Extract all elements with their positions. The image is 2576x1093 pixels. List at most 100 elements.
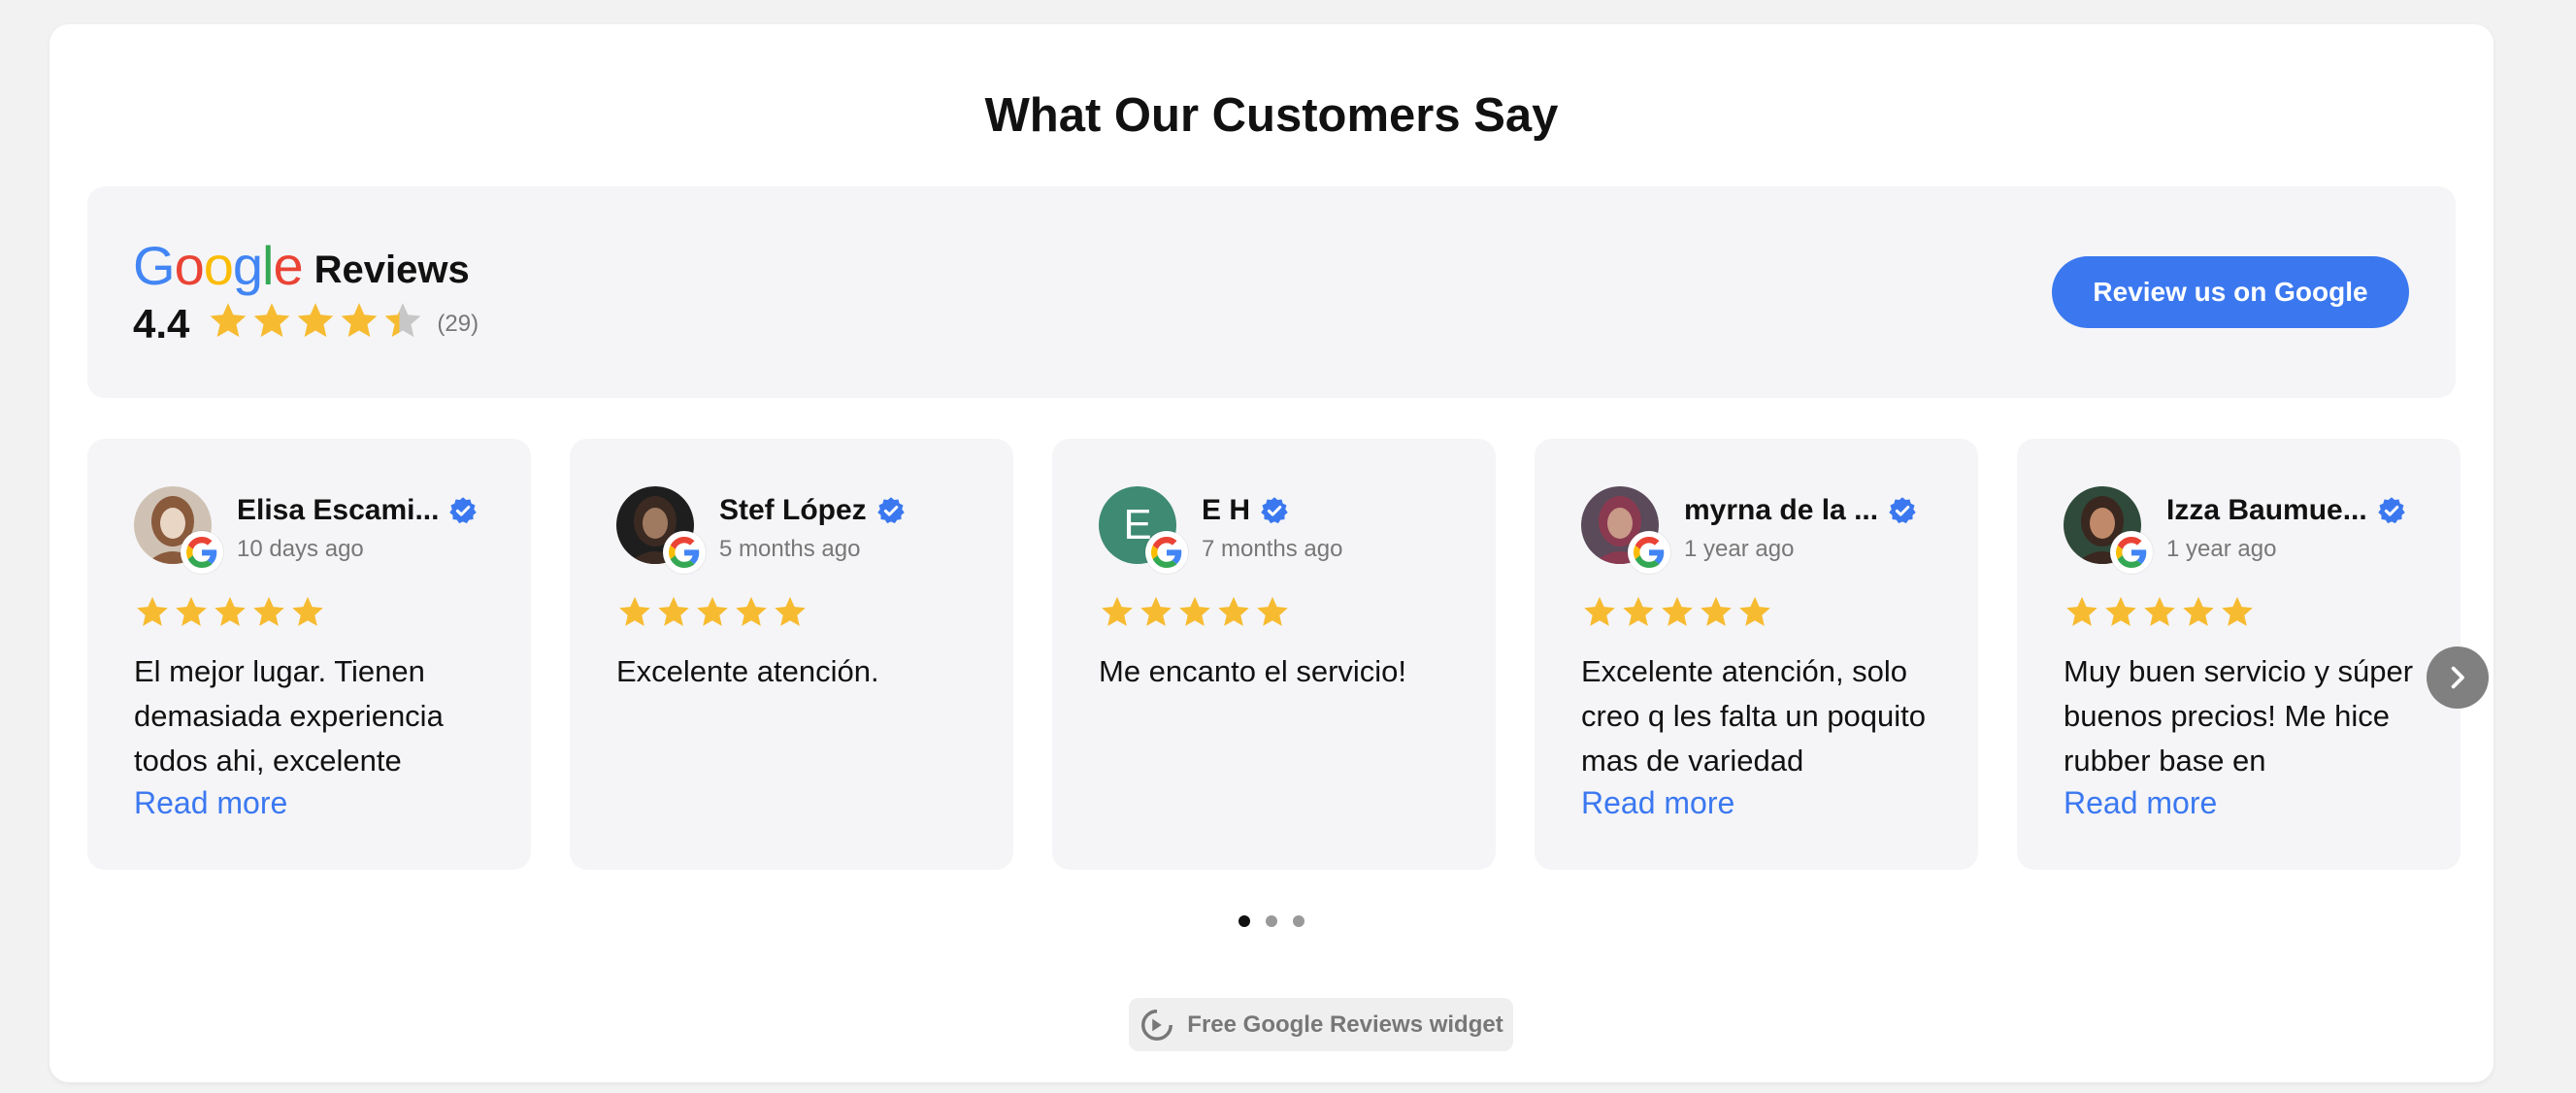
google-g-icon (2116, 537, 2147, 568)
reviewer-avatar[interactable] (134, 486, 223, 574)
next-slide-button[interactable] (2427, 646, 2489, 709)
star-icon (1662, 596, 1693, 626)
verified-badge-icon (2377, 497, 2405, 524)
google-g-icon (669, 537, 700, 568)
review-time: 1 year ago (1684, 536, 1795, 562)
review-card: E E H 7 months ago Me encanto el servici… (1052, 439, 1496, 870)
star-icon (1257, 596, 1288, 626)
google-g-icon (1151, 537, 1182, 568)
google-badge (2110, 531, 2153, 574)
review-text: Excelente atención. (616, 654, 879, 688)
verified-badge-icon (1889, 497, 1916, 524)
free-widget-link[interactable]: Free Google Reviews widget (1129, 998, 1513, 1051)
reviewer-avatar[interactable] (2064, 486, 2153, 574)
star-icon (176, 596, 207, 626)
read-more-link[interactable]: Read more (2064, 785, 2217, 821)
reviewer-name-row: Izza Baumue... (2166, 494, 2406, 527)
google-reviews-brand: Google Reviews (133, 239, 470, 293)
rating-summary: Google Reviews 4.4 (29) Review us on Goo… (87, 186, 2456, 398)
carousel-pagination (50, 915, 2493, 927)
review-stars (2064, 594, 2258, 631)
reviewer-avatar[interactable]: E (1099, 486, 1188, 574)
star-icon (2222, 596, 2253, 626)
star-icon (253, 596, 284, 626)
star-icon (2105, 596, 2136, 626)
star-icon (298, 303, 334, 338)
star-icon (1739, 596, 1770, 626)
review-stars (1581, 594, 1775, 631)
star-icon (292, 596, 323, 626)
rating-stars (207, 300, 425, 348)
google-badge (181, 531, 223, 574)
review-text: Me encanto el servicio! (1099, 654, 1407, 688)
reviewer-name-row: myrna de la ... (1684, 494, 1917, 527)
google-badge (663, 531, 706, 574)
review-us-button[interactable]: Review us on Google (2052, 256, 2409, 328)
pagination-dot[interactable] (1293, 915, 1305, 927)
star-icon (2183, 596, 2214, 626)
google-g-icon (186, 537, 217, 568)
review-text: Excelente atención, solo creo q les falt… (1581, 654, 1927, 778)
star-icon (697, 596, 728, 626)
google-logo: Google (133, 235, 304, 296)
review-time: 1 year ago (2166, 536, 2277, 562)
star-icon (2066, 596, 2097, 626)
google-g-icon (1634, 537, 1665, 568)
reviewer-name[interactable]: Stef López (719, 494, 867, 527)
review-card: myrna de la ... 1 year ago Excelente ate… (1535, 439, 1978, 870)
review-stars (134, 594, 328, 631)
google-badge (1628, 531, 1670, 574)
star-icon (1179, 596, 1210, 626)
star-icon (1701, 596, 1732, 626)
reviewer-name-row: E H (1202, 494, 1289, 527)
review-stars (616, 594, 810, 631)
reviewer-name[interactable]: E H (1202, 494, 1250, 527)
star-icon (775, 596, 806, 626)
star-icon (619, 596, 650, 626)
chevron-right-icon (2451, 666, 2464, 689)
review-text: El mejor lugar. Tienen demasiada experie… (134, 654, 444, 778)
review-stars (1099, 594, 1293, 631)
read-more-link[interactable]: Read more (134, 785, 287, 821)
verified-badge-icon (449, 497, 478, 524)
review-card: Izza Baumue... 1 year ago Muy buen servi… (2017, 439, 2460, 870)
star-icon (1218, 596, 1249, 626)
reviewer-avatar[interactable] (1581, 486, 1670, 574)
brand-reviews-label: Reviews (314, 248, 470, 291)
reviewer-avatar[interactable] (616, 486, 706, 574)
review-count: (29) (437, 310, 479, 337)
pagination-dot[interactable] (1266, 915, 1277, 927)
google-badge (1145, 531, 1188, 574)
verified-badge-icon (876, 497, 905, 524)
rating-value: 4.4 (133, 300, 190, 347)
star-icon (1584, 596, 1615, 626)
reviewer-name-row: Stef López (719, 494, 906, 527)
review-card: Elisa Escami... 10 days ago El mejor lug… (87, 439, 531, 870)
review-carousel: Elisa Escami... 10 days ago El mejor lug… (87, 439, 2460, 870)
reviewer-name[interactable]: myrna de la ... (1684, 494, 1878, 527)
reviewer-name-row: Elisa Escami... (237, 494, 478, 527)
widget-label: Free Google Reviews widget (1187, 1010, 1503, 1038)
verified-badge-icon (1261, 497, 1288, 524)
review-time: 5 months ago (719, 536, 861, 562)
star-icon (137, 596, 168, 626)
star-icon (736, 596, 767, 626)
rating-row: 4.4 (29) (133, 300, 479, 348)
reviewer-name[interactable]: Izza Baumue... (2166, 494, 2367, 527)
review-time: 10 days ago (237, 536, 364, 562)
star-icon (385, 303, 421, 338)
star-icon (254, 303, 290, 338)
star-icon (215, 596, 246, 626)
pagination-dot[interactable] (1238, 915, 1250, 927)
star-icon (2144, 596, 2175, 626)
star-icon (1623, 596, 1654, 626)
star-icon (342, 303, 378, 338)
read-more-link[interactable]: Read more (1581, 785, 1734, 821)
reviewer-name[interactable]: Elisa Escami... (237, 494, 439, 527)
star-icon (1140, 596, 1172, 626)
star-icon (1102, 596, 1133, 626)
review-card: Stef López 5 months ago Excelente atenci… (570, 439, 1013, 870)
reviews-widget: What Our Customers Say Google Reviews 4.… (50, 24, 2493, 1082)
star-icon (211, 303, 247, 338)
review-text: Muy buen servicio y súper buenos precios… (2064, 654, 2414, 778)
